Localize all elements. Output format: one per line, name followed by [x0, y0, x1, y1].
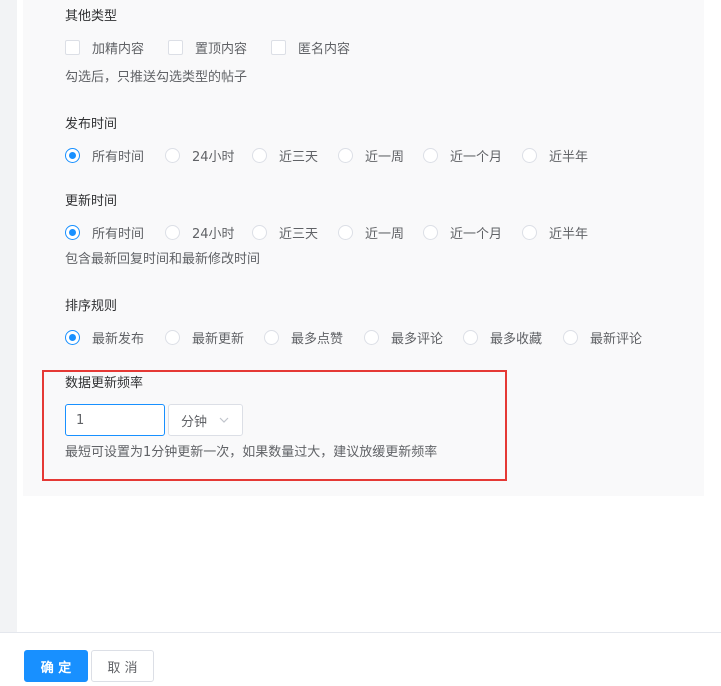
option-label: 24小时: [192, 149, 235, 165]
cancel-button[interactable]: 取 消: [91, 650, 154, 682]
radio-icon[interactable]: [423, 224, 438, 240]
radio-sort-newest-publish[interactable]: 最新发布: [65, 327, 144, 347]
option-label: 近一个月: [450, 226, 503, 242]
checkbox-featured[interactable]: 加精内容: [65, 37, 144, 57]
radio-update-24h[interactable]: 24小时: [165, 222, 235, 242]
radio-checked-icon[interactable]: [65, 329, 80, 345]
option-label: 近半年: [549, 149, 589, 165]
radio-sort-newest-update[interactable]: 最新更新: [165, 327, 244, 347]
option-label: 近三天: [279, 149, 319, 165]
sort-rule-label: 排序规则: [65, 299, 118, 314]
option-label: 最多收藏: [490, 331, 543, 347]
option-label: 近一周: [365, 226, 405, 242]
radio-publish-3days[interactable]: 近三天: [252, 145, 318, 165]
radio-publish-month[interactable]: 近一个月: [423, 145, 502, 165]
publish-time-label: 发布时间: [65, 117, 118, 132]
option-label: 所有时间: [92, 149, 145, 165]
option-label: 最多评论: [391, 331, 444, 347]
radio-sort-most-likes[interactable]: 最多点赞: [264, 327, 343, 347]
radio-icon[interactable]: [338, 147, 353, 163]
radio-checked-icon[interactable]: [65, 224, 80, 240]
radio-update-month[interactable]: 近一个月: [423, 222, 502, 242]
radio-publish-week[interactable]: 近一周: [338, 145, 404, 165]
radio-icon[interactable]: [522, 147, 537, 163]
option-label: 最新更新: [192, 331, 245, 347]
radio-publish-halfyear[interactable]: 近半年: [522, 145, 588, 165]
radio-sort-most-comments[interactable]: 最多评论: [364, 327, 443, 347]
radio-publish-all[interactable]: 所有时间: [65, 145, 144, 165]
radio-icon[interactable]: [423, 147, 438, 163]
checkbox-anonymous[interactable]: 匿名内容: [271, 37, 350, 57]
radio-icon[interactable]: [252, 224, 267, 240]
radio-update-week[interactable]: 近一周: [338, 222, 404, 242]
option-label: 最新评论: [590, 331, 643, 347]
radio-icon[interactable]: [252, 147, 267, 163]
radio-icon[interactable]: [522, 224, 537, 240]
radio-update-all[interactable]: 所有时间: [65, 222, 144, 242]
radio-icon[interactable]: [165, 224, 180, 240]
option-label: 近一周: [365, 149, 405, 165]
checkbox-icon[interactable]: [168, 39, 183, 55]
radio-checked-icon[interactable]: [65, 147, 80, 163]
update-time-hint: 包含最新回复时间和最新修改时间: [65, 252, 261, 267]
highlight-box: [42, 370, 507, 481]
option-label: 加精内容: [92, 41, 145, 57]
option-label: 24小时: [192, 226, 235, 242]
radio-icon[interactable]: [563, 329, 578, 345]
radio-sort-most-favorites[interactable]: 最多收藏: [463, 327, 542, 347]
option-label: 近三天: [279, 226, 319, 242]
other-types-label: 其他类型: [65, 9, 118, 24]
option-label: 最新发布: [92, 331, 145, 347]
option-label: 最多点赞: [291, 331, 344, 347]
radio-sort-newest-comment[interactable]: 最新评论: [563, 327, 642, 347]
option-label: 近一个月: [450, 149, 503, 165]
other-types-hint: 勾选后，只推送勾选类型的帖子: [65, 70, 248, 85]
option-label: 所有时间: [92, 226, 145, 242]
radio-icon[interactable]: [264, 329, 279, 345]
checkbox-icon[interactable]: [271, 39, 286, 55]
option-label: 匿名内容: [298, 41, 351, 57]
radio-update-halfyear[interactable]: 近半年: [522, 222, 588, 242]
left-sidebar-strip: [0, 0, 17, 632]
radio-icon[interactable]: [338, 224, 353, 240]
radio-icon[interactable]: [364, 329, 379, 345]
radio-publish-24h[interactable]: 24小时: [165, 145, 235, 165]
option-label: 近半年: [549, 226, 589, 242]
confirm-button[interactable]: 确 定: [24, 650, 88, 682]
option-label: 置顶内容: [195, 41, 248, 57]
checkbox-pinned[interactable]: 置顶内容: [168, 37, 247, 57]
radio-update-3days[interactable]: 近三天: [252, 222, 318, 242]
radio-icon[interactable]: [165, 147, 180, 163]
radio-icon[interactable]: [463, 329, 478, 345]
update-time-label: 更新时间: [65, 194, 118, 209]
checkbox-icon[interactable]: [65, 39, 80, 55]
radio-icon[interactable]: [165, 329, 180, 345]
